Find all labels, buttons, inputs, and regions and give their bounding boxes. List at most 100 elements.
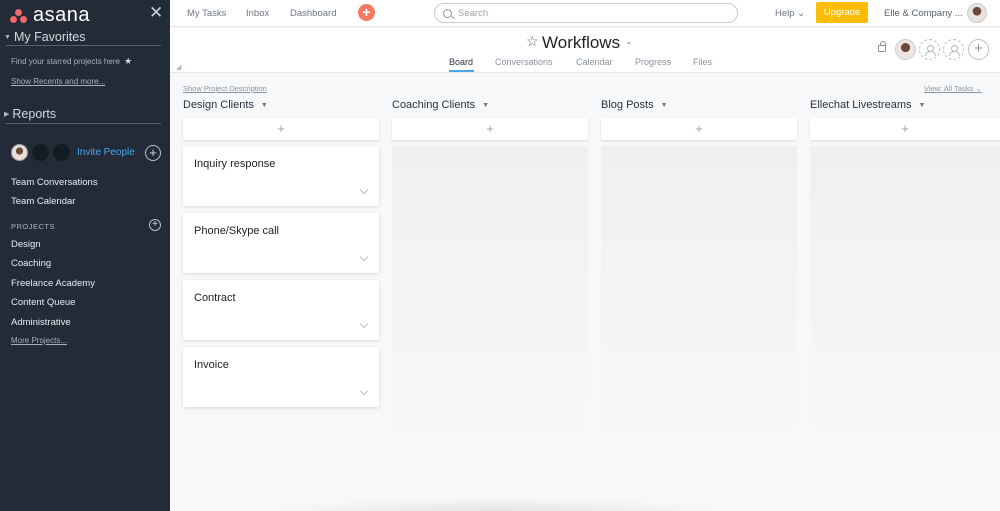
task-title: Phone/Skype call	[194, 225, 279, 237]
my-favorites-header[interactable]: ▼ My Favorites	[4, 30, 85, 44]
chevron-down-icon[interactable]: ▼	[661, 102, 668, 109]
asana-logo-icon	[10, 8, 28, 24]
column-header[interactable]: Ellechat Livestreams ▼	[810, 96, 1000, 114]
chevron-down-icon[interactable]: ▼	[261, 102, 268, 109]
close-sidebar-icon[interactable]: ✕	[149, 3, 163, 23]
search-input[interactable]	[458, 7, 718, 19]
chevron-down-icon[interactable]	[359, 319, 369, 329]
chevron-down-icon[interactable]	[359, 252, 369, 262]
add-team-member-icon[interactable]: +	[145, 145, 161, 161]
add-member-button[interactable]: +	[968, 39, 989, 60]
add-project-icon[interactable]: +	[149, 219, 161, 231]
search-bar[interactable]	[434, 3, 738, 23]
board-column-design-clients: Design Clients ▼ + Inquiry response Phon…	[183, 96, 379, 407]
column-title: Design Clients	[183, 99, 254, 111]
column-title: Ellechat Livestreams	[810, 99, 912, 111]
add-task-button[interactable]: +	[183, 118, 379, 140]
task-title: Invoice	[194, 359, 229, 371]
column-drop-area	[601, 146, 797, 446]
tab-files[interactable]: Files	[693, 57, 712, 67]
organization-menu[interactable]: Elle & Company ...	[884, 8, 963, 19]
projects-label: PROJECTS	[11, 222, 56, 231]
search-icon	[443, 8, 452, 18]
avatar[interactable]	[53, 144, 70, 161]
more-projects-link[interactable]: More Projects...	[11, 336, 67, 345]
add-task-button[interactable]: +	[810, 118, 1000, 140]
show-recents-link[interactable]: Show Recents and more...	[11, 77, 105, 86]
asana-logo[interactable]: asana	[10, 4, 90, 27]
tab-calendar[interactable]: Calendar	[576, 57, 613, 67]
task-title: Contract	[194, 292, 236, 304]
avatar[interactable]	[11, 144, 28, 161]
add-task-button[interactable]: +	[392, 118, 588, 140]
project-title: Workflows	[542, 33, 621, 52]
collapse-icon[interactable]: ◢	[176, 63, 181, 71]
column-title: Coaching Clients	[392, 99, 476, 111]
favorites-hint: Find your starred projects here ★	[11, 56, 132, 67]
active-tab-indicator	[449, 70, 474, 72]
column-header[interactable]: Coaching Clients ▼	[392, 96, 588, 114]
sidebar-project-coaching[interactable]: Coaching	[11, 258, 51, 269]
caret-right-icon: ▶	[4, 111, 10, 118]
chevron-down-icon[interactable]: ▼	[482, 102, 489, 109]
sidebar-project-freelance-academy[interactable]: Freelance Academy	[11, 278, 95, 289]
invite-people-link[interactable]: Invite People	[77, 147, 135, 158]
task-card[interactable]: Inquiry response	[183, 146, 379, 206]
avatar[interactable]	[32, 144, 49, 161]
top-bar: My Tasks Inbox Dashboard + Help ⌄ Upgrad…	[170, 0, 1000, 27]
task-card[interactable]: Contract	[183, 280, 379, 340]
star-icon: ★	[124, 56, 133, 66]
task-card[interactable]: Phone/Skype call	[183, 213, 379, 273]
sidebar: asana ✕ ▼ My Favorites Find your starred…	[0, 0, 170, 511]
column-header[interactable]: Design Clients ▼	[183, 96, 379, 114]
user-avatar[interactable]	[967, 3, 987, 23]
sidebar-project-administrative[interactable]: Administrative	[11, 317, 71, 328]
team-members: Invite People	[11, 144, 135, 161]
person-icon	[925, 44, 936, 56]
task-title: Inquiry response	[194, 158, 276, 170]
board-column-blog-posts: Blog Posts ▼ +	[601, 96, 797, 446]
person-icon	[949, 44, 960, 56]
tab-progress[interactable]: Progress	[635, 57, 671, 67]
nav-my-tasks[interactable]: My Tasks	[187, 8, 226, 19]
sidebar-project-content-queue[interactable]: Content Queue	[11, 297, 75, 308]
chevron-down-icon[interactable]: ▼	[919, 102, 926, 109]
sidebar-project-design[interactable]: Design	[11, 239, 41, 250]
favorite-star-icon[interactable]: ☆	[526, 33, 539, 50]
task-card[interactable]: Invoice	[183, 347, 379, 407]
divider	[6, 45, 161, 46]
show-project-description-link[interactable]: Show Project Description	[183, 84, 267, 93]
team-conversations-link[interactable]: Team Conversations	[11, 177, 98, 188]
column-title: Blog Posts	[601, 99, 654, 111]
nav-inbox[interactable]: Inbox	[246, 8, 269, 19]
upgrade-button[interactable]: Upgrade	[816, 2, 868, 23]
tab-board[interactable]: Board	[449, 57, 473, 67]
nav-dashboard[interactable]: Dashboard	[290, 8, 336, 19]
divider	[6, 123, 161, 124]
project-menu-chevron-icon[interactable]: ⌄	[625, 36, 633, 47]
reports-label: Reports	[12, 107, 57, 121]
empty-member-slot[interactable]	[919, 39, 940, 60]
tab-conversations[interactable]: Conversations	[495, 57, 553, 67]
column-header[interactable]: Blog Posts ▼	[601, 96, 797, 114]
lock-icon[interactable]	[878, 41, 886, 52]
add-task-button[interactable]: +	[601, 118, 797, 140]
team-calendar-link[interactable]: Team Calendar	[11, 196, 75, 207]
reports-header[interactable]: ▶ Reports	[4, 107, 56, 121]
project-member-avatar[interactable]	[895, 39, 916, 60]
view-filter-menu[interactable]: View: All Tasks ⌄	[924, 84, 982, 93]
quick-add-button[interactable]: +	[358, 4, 375, 21]
scroll-shadow	[260, 498, 730, 511]
my-favorites-label: My Favorites	[13, 30, 86, 44]
favorites-hint-text: Find your starred projects here	[11, 57, 120, 66]
caret-down-icon: ▼	[4, 33, 11, 41]
board-column-coaching-clients: Coaching Clients ▼ +	[392, 96, 588, 446]
chevron-down-icon[interactable]	[359, 185, 369, 195]
project-header: ◢ ☆ Workflows ⌄ Board Conversations Cale…	[170, 28, 1000, 73]
help-menu[interactable]: Help ⌄	[775, 8, 805, 19]
column-drop-area	[810, 146, 1000, 446]
column-drop-area	[392, 146, 588, 446]
chevron-down-icon[interactable]	[359, 386, 369, 396]
logo-text: asana	[33, 4, 90, 26]
empty-member-slot[interactable]	[943, 39, 964, 60]
